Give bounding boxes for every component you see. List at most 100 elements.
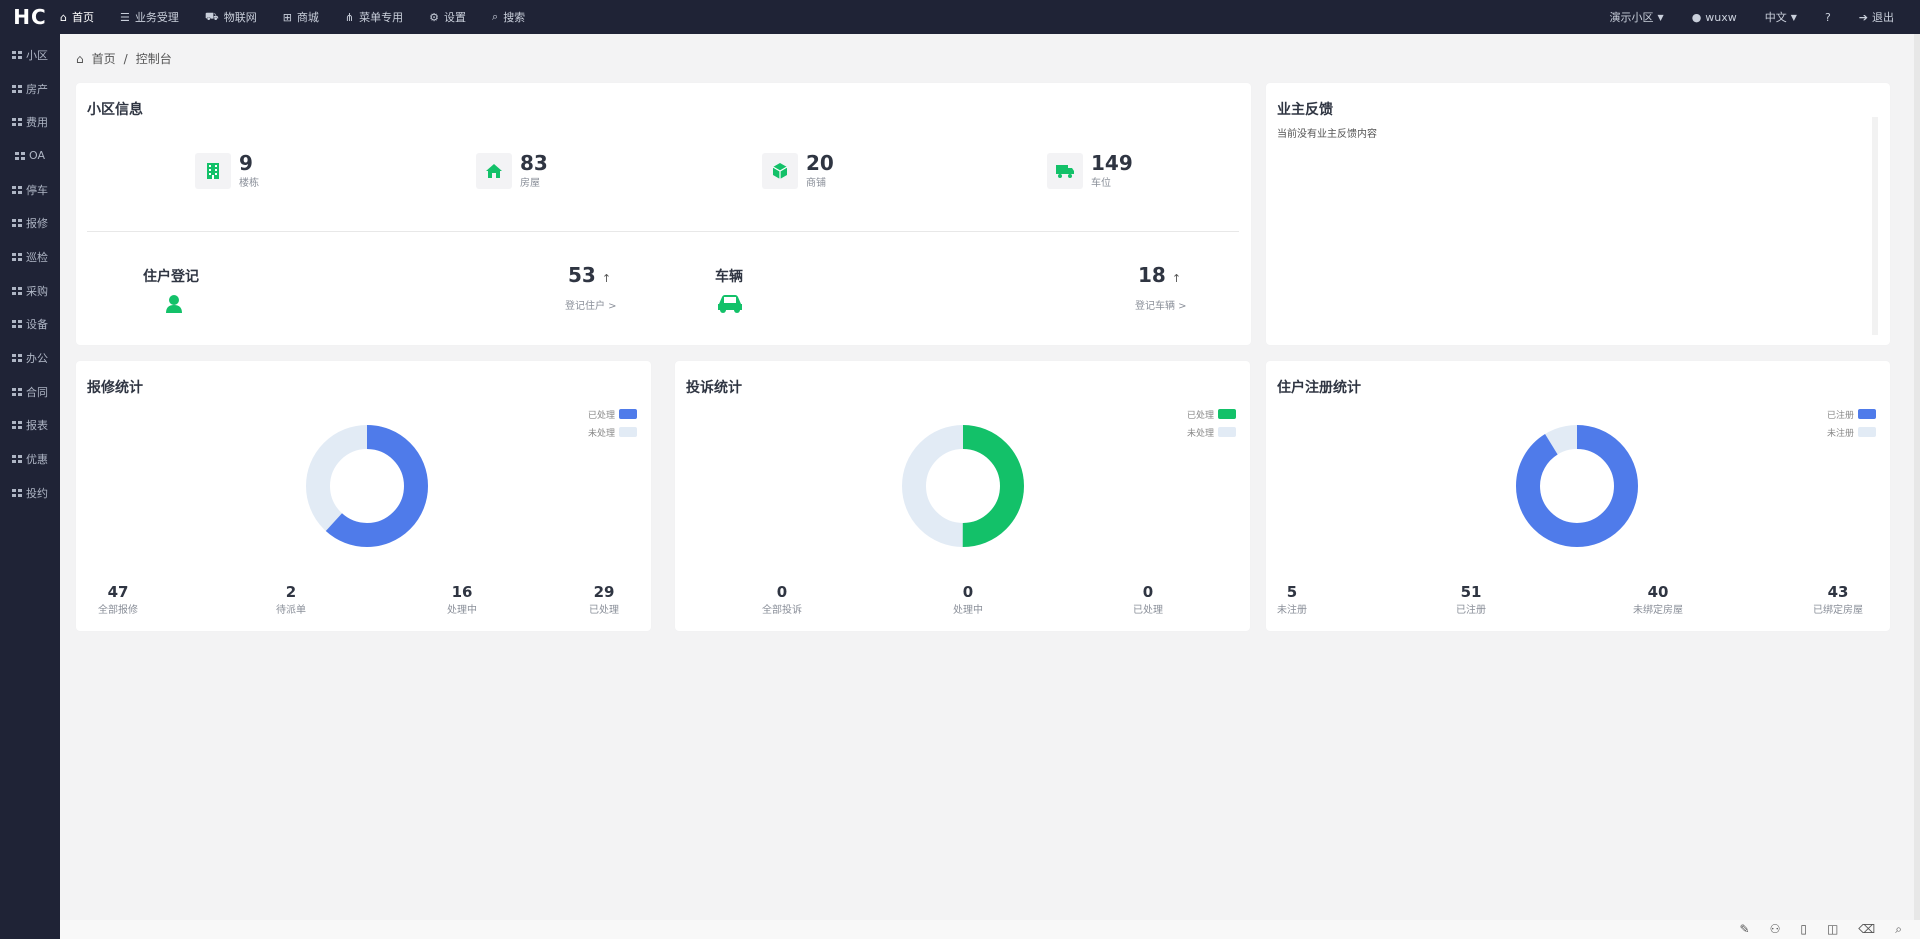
stat-value: 40 (1647, 583, 1669, 601)
resident-value: 53 (568, 263, 596, 287)
car-icon (716, 294, 744, 318)
main-content: ⌂ 首页 / 控制台 小区信息 9 楼栋 83 房屋 20 商铺 149 车位 … (60, 34, 1915, 920)
topnav-iot[interactable]: ⛟ 物联网 (205, 9, 257, 25)
edit-icon[interactable]: ✎ (1740, 922, 1750, 937)
card-title: 住户注册统计 (1277, 380, 1361, 396)
legend-item[interactable]: 未处理 (1187, 423, 1236, 441)
topnav-search[interactable]: ⌕ 搜索 (492, 9, 525, 25)
brand-logo[interactable]: HC (0, 5, 60, 29)
stat-label: 车位 (1091, 178, 1111, 189)
sidebar-item-fee[interactable]: 费用 (0, 105, 60, 139)
stat-value: 16 (451, 583, 473, 601)
vehicle-link[interactable]: 登记车辆 > (1135, 297, 1187, 312)
sidebar-item-report[interactable]: 报表 (0, 409, 60, 443)
top-navbar: HC ⌂ 首页 ☰ 业务受理 ⛟ 物联网 ⊞ 商城 ⋔ 菜单专用 ⚙ 设置 ⌕ … (0, 0, 1920, 34)
legend-swatch (619, 409, 637, 419)
community-selector[interactable]: 演示小区 ▼ (1610, 9, 1664, 25)
topnav-business[interactable]: ☰ 业务受理 (120, 9, 179, 25)
help-icon: ? (1824, 10, 1831, 24)
sidebar-item-label: 小区 (26, 48, 48, 62)
registration-stats-card: 住户注册统计 已注册 未注册 5 未注册 51 已注册 40 未绑定房屋 43 已绑定房… (1266, 361, 1890, 631)
donut-registered-slice[interactable] (1516, 425, 1638, 547)
help-button[interactable]: ? (1825, 9, 1831, 25)
owner-feedback-card: 业主反馈 当前没有业主反馈内容 (1266, 83, 1890, 345)
sidebar-item-purchase[interactable]: 采购 (0, 274, 60, 308)
community-label: 演示小区 (1609, 11, 1654, 24)
sidebar-item-label: 优惠 (26, 453, 48, 467)
legend-swatch (619, 427, 637, 437)
sitemap-icon: ⋔ (344, 10, 355, 24)
stat-value: 2 (285, 583, 297, 601)
stat-label: 处理中 (447, 605, 477, 616)
topnav-business-label: 业务受理 (134, 11, 179, 24)
grid-icon (12, 219, 22, 228)
legend-item[interactable]: 已处理 (1187, 405, 1236, 423)
resident-title: 住户登记 (143, 269, 199, 285)
cart-icon: ⊞ (282, 10, 292, 24)
sidebar-item-label: 采购 (26, 284, 48, 298)
stat-all-complaint: 0 全部投诉 (752, 583, 812, 616)
logout-button[interactable]: ➔ 退出 (1859, 9, 1894, 25)
user-menu[interactable]: ● wuxw (1692, 9, 1737, 25)
sidebar-item-contract[interactable]: 合同 (0, 375, 60, 409)
stat-house: 83 房屋 (476, 152, 548, 189)
sidebar-item-inspection[interactable]: 巡检 (0, 240, 60, 274)
complaint-donut-chart (902, 425, 1024, 547)
palette-icon[interactable]: ⚇ (1770, 922, 1781, 937)
top-right-menu: 演示小区 ▼ ● wuxw 中文 ▼ ? ➔ 退出 (1610, 9, 1920, 25)
sidebar-item-label: 报修 (26, 217, 48, 231)
legend-label: 已注册 (1826, 410, 1854, 421)
stat-pending-dispatch: 2 待派单 (261, 583, 321, 616)
page-scrollbar[interactable] (1914, 34, 1920, 939)
feedback-scrollbar[interactable] (1872, 117, 1878, 335)
sidebar-item-community[interactable]: 小区 (0, 38, 60, 72)
resident-link[interactable]: 登记住户 > (565, 297, 617, 312)
stat-label: 已注册 (1456, 605, 1486, 616)
layout-icon[interactable]: ◫ (1827, 922, 1838, 937)
feedback-content: 当前没有业主反馈内容 (1277, 129, 1377, 140)
topnav-menu[interactable]: ⋔ 菜单专用 (345, 9, 403, 25)
grid-icon (12, 252, 22, 261)
grid-icon (15, 151, 25, 160)
grid-icon (12, 354, 22, 363)
breadcrumb-home[interactable]: 首页 (92, 50, 116, 67)
card-title: 报修统计 (87, 380, 143, 396)
legend-item[interactable]: 已处理 (588, 405, 637, 423)
legend-swatch (1858, 427, 1876, 437)
sidebar-item-vote[interactable]: 投约 (0, 476, 60, 510)
sidebar-item-parking[interactable]: 停车 (0, 173, 60, 207)
topnav-settings[interactable]: ⚙ 设置 (429, 9, 466, 25)
sidebar-item-label: 房产 (26, 82, 48, 96)
stat-value: 0 (776, 583, 788, 601)
topnav-mall[interactable]: ⊞ 商城 (283, 9, 319, 25)
sidebar-item-office[interactable]: 办公 (0, 341, 60, 375)
search-icon: ⌕ (492, 10, 499, 23)
language-selector[interactable]: 中文 ▼ (1765, 9, 1797, 25)
stat-label: 待派单 (276, 605, 306, 616)
legend-item[interactable]: 已注册 (1827, 405, 1876, 423)
grid-icon (12, 488, 22, 497)
legend-item[interactable]: 未注册 (1827, 423, 1876, 441)
user-icon: ● (1691, 10, 1702, 24)
top-nav: ⌂ 首页 ☰ 业务受理 ⛟ 物联网 ⊞ 商城 ⋔ 菜单专用 ⚙ 设置 ⌕ 搜索 (60, 9, 525, 25)
legend-label: 未处理 (1186, 428, 1214, 439)
breadcrumb: ⌂ 首页 / 控制台 (76, 50, 172, 67)
sidebar-item-property[interactable]: 房产 (0, 72, 60, 106)
grid-icon (12, 421, 22, 430)
sidebar-item-discount[interactable]: 优惠 (0, 442, 60, 476)
legend-item[interactable]: 未处理 (588, 423, 637, 441)
topnav-settings-label: 设置 (444, 11, 467, 24)
topnav-home[interactable]: ⌂ 首页 (60, 9, 94, 25)
car-icon: ⛟ (204, 9, 219, 23)
topnav-iot-label: 物联网 (223, 11, 257, 24)
stat-processed: 0 已处理 (1118, 583, 1178, 616)
search-icon[interactable]: ⌕ (1895, 922, 1902, 937)
sidebar-item-equipment[interactable]: 设备 (0, 308, 60, 342)
legend-swatch (1858, 409, 1876, 419)
status-bar: ✎ ⚇ ▯ ◫ ⌫ ⌕ (60, 920, 1920, 939)
delete-icon[interactable]: ⌫ (1858, 922, 1875, 937)
sidebar-item-repair[interactable]: 报修 (0, 206, 60, 240)
topnav-menu-label: 菜单专用 (359, 11, 404, 24)
sidebar-item-oa[interactable]: OA (0, 139, 60, 173)
page-icon[interactable]: ▯ (1800, 922, 1807, 937)
